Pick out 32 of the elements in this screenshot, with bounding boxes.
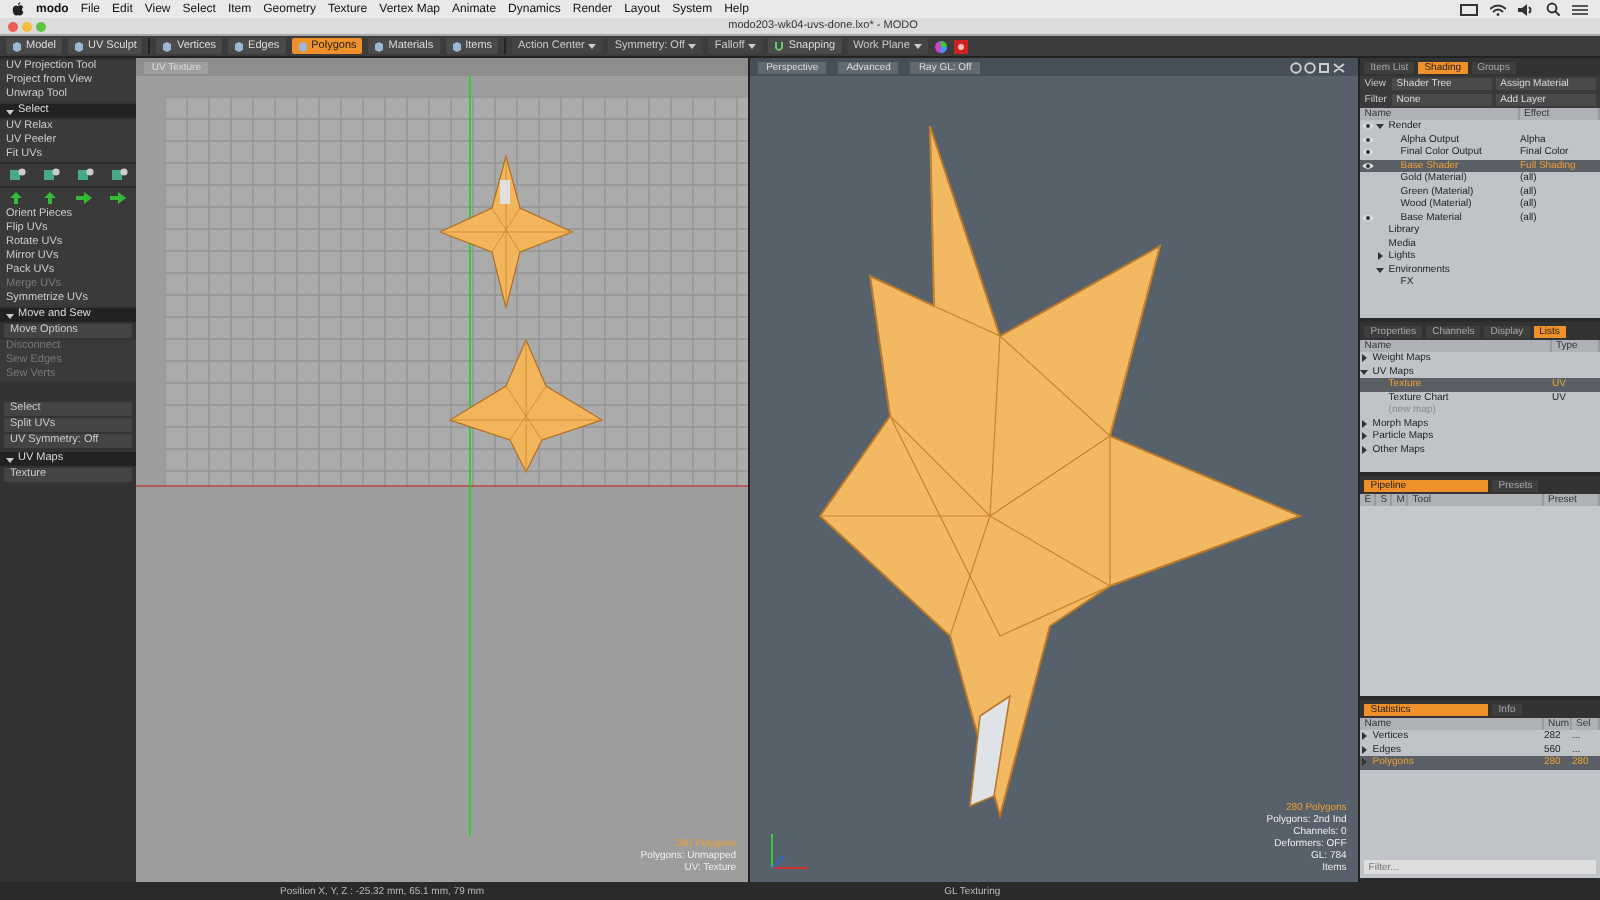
wifi-icon bbox=[1490, 3, 1506, 15]
caret-down-icon bbox=[913, 42, 922, 50]
cube-icon bbox=[234, 41, 245, 51]
close-icon bbox=[8, 21, 18, 31]
record-icon bbox=[953, 39, 968, 53]
uv-tool-icon bbox=[41, 168, 60, 182]
uv-tool-icon bbox=[75, 168, 94, 182]
caret-down-icon bbox=[688, 42, 697, 50]
caret-down-icon bbox=[6, 107, 14, 115]
magnet-icon bbox=[774, 41, 785, 51]
menu-icon bbox=[1572, 3, 1588, 15]
cube-icon bbox=[73, 41, 84, 51]
speaker-icon bbox=[1518, 3, 1534, 15]
search-icon bbox=[1546, 2, 1560, 16]
cube-icon bbox=[297, 41, 308, 51]
cube-icon bbox=[374, 41, 385, 51]
caret-down-icon bbox=[748, 42, 757, 50]
zoom-icon bbox=[36, 21, 46, 31]
cube-icon bbox=[12, 41, 22, 51]
color-wheel-icon bbox=[933, 39, 948, 53]
apple-logo-icon bbox=[12, 2, 24, 16]
uv-tool-icon bbox=[109, 168, 128, 182]
minimize-icon bbox=[22, 21, 32, 31]
caret-down-icon bbox=[6, 455, 14, 463]
caret-down-icon[interactable] bbox=[1376, 265, 1385, 274]
cube-icon bbox=[162, 41, 173, 51]
caret-down-icon bbox=[588, 42, 597, 50]
uv-tool-icon bbox=[7, 168, 26, 182]
display-icon bbox=[1460, 3, 1478, 15]
cube-icon bbox=[451, 41, 462, 51]
caret-down-icon bbox=[6, 311, 14, 319]
caret-right-icon[interactable] bbox=[1376, 252, 1385, 261]
